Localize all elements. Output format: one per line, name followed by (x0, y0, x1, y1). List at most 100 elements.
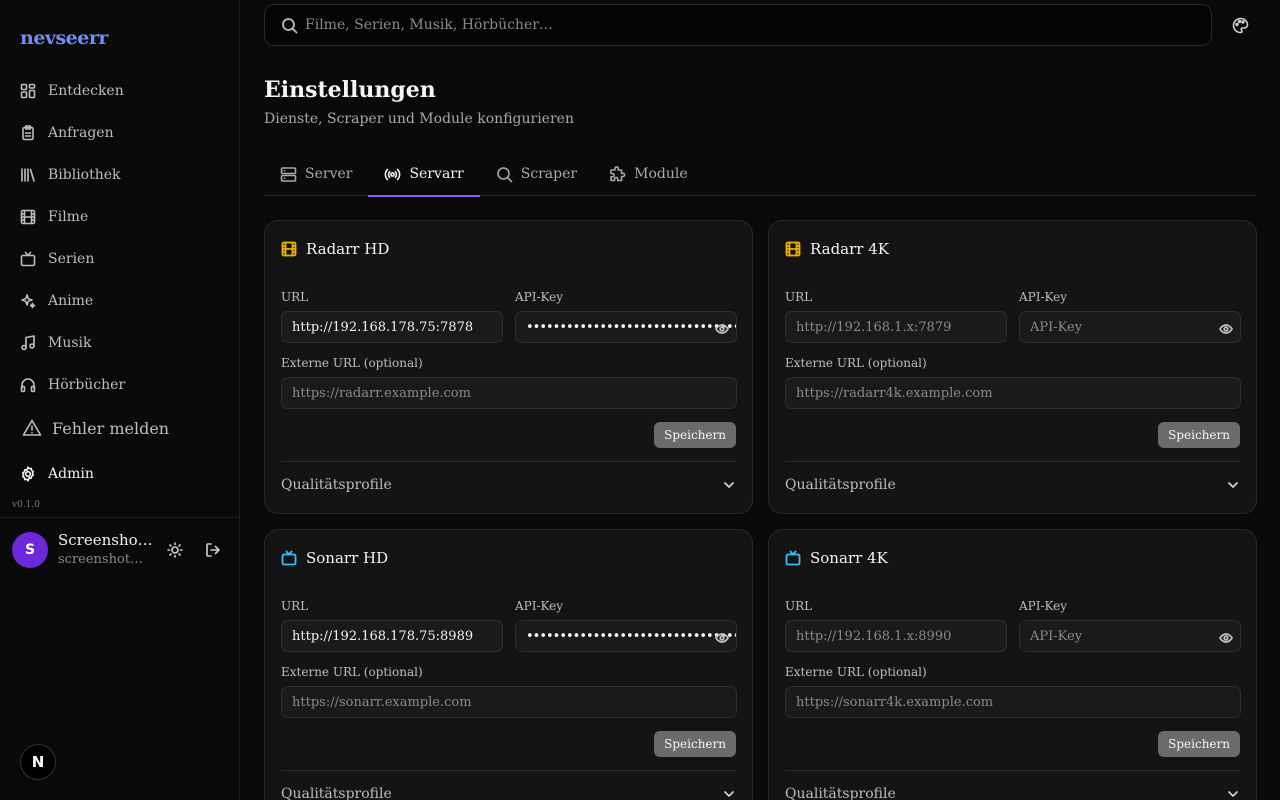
sidebar-item-label: Bibliothek (48, 167, 121, 183)
quality-profiles-toggle[interactable]: Qualitätsprofile (785, 779, 1240, 800)
url-input[interactable] (292, 628, 502, 644)
logout-button[interactable] (201, 538, 225, 562)
service-card-sonarr-hd: Sonarr HD URL API-Key Externe URL (optio… (264, 529, 753, 800)
music-icon (21, 335, 35, 351)
tab-scraper[interactable]: Scraper (480, 152, 593, 196)
user-panel: S Screenshot User screenshot@test.local (0, 517, 239, 581)
quality-profiles-label: Qualitätsprofile (281, 477, 392, 493)
card-title-label: Sonarr 4K (810, 549, 888, 567)
show-password-button[interactable] (1218, 321, 1234, 335)
film-icon (785, 241, 801, 257)
card-title-label: Sonarr HD (306, 549, 389, 567)
api-key-input[interactable] (526, 319, 736, 335)
save-button[interactable]: Speichern (654, 731, 736, 757)
save-button[interactable]: Speichern (1158, 731, 1240, 757)
api-key-input[interactable] (1030, 628, 1240, 644)
app-version: v0.1.0 (12, 500, 40, 510)
external-url-input[interactable] (796, 385, 1240, 401)
sidebar-item-anfragen[interactable]: Anfragen (0, 112, 239, 154)
api-key-label: API-Key (1019, 290, 1068, 304)
sidebar-item-label: Musik (48, 335, 92, 351)
quality-profiles-toggle[interactable]: Qualitätsprofile (281, 779, 736, 800)
sidebar-item-label: Anfragen (48, 125, 114, 141)
sun-icon (167, 542, 183, 558)
quality-profiles-label: Qualitätsprofile (785, 477, 896, 493)
sidebar-item-label: Serien (48, 251, 95, 267)
library-icon (21, 168, 35, 182)
tab-label: Module (634, 166, 688, 182)
card-title: Radarr HD (281, 240, 389, 258)
sidebar-item-serien[interactable]: Serien (0, 238, 239, 280)
chevron-down-icon (724, 482, 734, 488)
sidebar-item-filme[interactable]: Filme (0, 196, 239, 238)
url-input[interactable] (796, 628, 1006, 644)
radio-icon (385, 168, 401, 180)
url-input[interactable] (292, 319, 502, 335)
tab-label: Server (305, 166, 353, 182)
sidebar-item-label: Admin (48, 466, 94, 482)
service-card-radarr-hd: Radarr HD URL API-Key Externe URL (optio… (264, 220, 753, 514)
save-button[interactable]: Speichern (654, 422, 736, 448)
divider (785, 770, 1240, 771)
puzzle-icon (610, 165, 626, 181)
sidebar-item-bibliothek[interactable]: Bibliothek (0, 154, 239, 196)
user-name: Screenshot User (58, 531, 153, 549)
url-field-wrap (785, 311, 1007, 343)
show-password-button[interactable] (1218, 630, 1234, 644)
eye-icon (1218, 324, 1234, 334)
palette-icon (1232, 17, 1248, 33)
external-url-field-wrap (785, 686, 1241, 718)
tab-module[interactable]: Module (593, 152, 704, 196)
save-button[interactable]: Speichern (1158, 422, 1240, 448)
external-url-input[interactable] (796, 694, 1240, 710)
report-bug-button[interactable]: Fehler melden (22, 418, 169, 438)
external-url-input[interactable] (292, 385, 736, 401)
eye-icon (1218, 633, 1234, 643)
avatar[interactable]: S (12, 532, 48, 568)
tab-label: Servarr (409, 166, 464, 182)
theme-toggle-button[interactable] (163, 538, 187, 562)
search-icon (282, 18, 298, 34)
theme-palette-button[interactable] (1228, 13, 1252, 37)
external-url-input[interactable] (292, 694, 736, 710)
sidebar-item-anime[interactable]: Anime (0, 280, 239, 322)
external-url-label: Externe URL (optional) (785, 356, 927, 370)
tab-label: Scraper (520, 166, 578, 182)
quality-profiles-toggle[interactable]: Qualitätsprofile (785, 470, 1240, 500)
global-search (264, 4, 1212, 46)
card-title: Sonarr HD (281, 549, 388, 567)
sidebar-item-label: Hörbücher (48, 377, 126, 393)
url-input[interactable] (796, 319, 1006, 335)
api-key-field-wrap (515, 311, 737, 343)
sidebar-item-admin[interactable]: Admin (20, 466, 94, 482)
api-key-input[interactable] (526, 628, 736, 644)
api-key-input[interactable] (1030, 319, 1240, 335)
sidebar-item-hoerbuecher[interactable]: Hörbücher (0, 364, 239, 406)
sidebar-item-label: Filme (48, 209, 89, 225)
sidebar-item-musik[interactable]: Musik (0, 322, 239, 364)
sidebar: nevseerr Entdecken Anfragen Bibliothek F… (0, 0, 240, 800)
api-key-label: API-Key (515, 599, 564, 613)
search-input[interactable] (305, 17, 1185, 33)
film-icon (20, 209, 36, 225)
chevron-down-icon (1228, 482, 1238, 488)
external-url-label: Externe URL (optional) (785, 665, 927, 679)
show-password-button[interactable] (714, 321, 730, 335)
divider (281, 770, 736, 771)
card-title: Sonarr 4K (785, 549, 888, 567)
app-logo[interactable]: nevseerr (20, 27, 108, 49)
sidebar-item-entdecken[interactable]: Entdecken (0, 70, 239, 112)
url-label: URL (785, 290, 813, 304)
film-icon (281, 241, 297, 257)
framework-badge-icon[interactable]: N (20, 744, 56, 780)
eye-icon (714, 633, 730, 643)
external-url-field-wrap (785, 377, 1241, 409)
tab-servarr[interactable]: Servarr (368, 152, 480, 197)
tab-server[interactable]: Server (264, 152, 368, 196)
show-password-button[interactable] (714, 630, 730, 644)
quality-profiles-toggle[interactable]: Qualitätsprofile (281, 470, 736, 500)
headphones-icon (20, 378, 36, 393)
page-title: Einstellungen (264, 77, 436, 103)
logout-icon (206, 543, 220, 557)
tv-icon (281, 550, 297, 566)
